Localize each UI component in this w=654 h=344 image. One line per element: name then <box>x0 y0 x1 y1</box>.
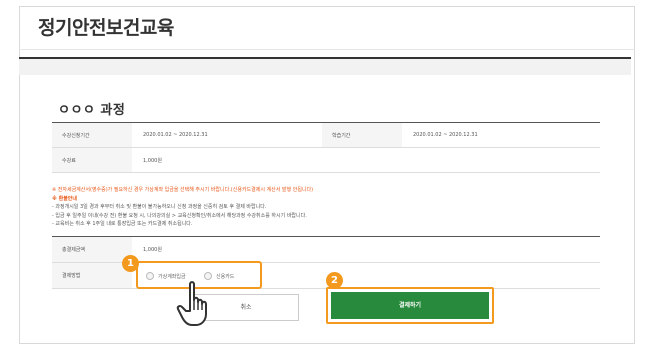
refund-note: - 입금 후 일주일 이내(수강 전) 환불 요청 시, 나의강의실 > 교육신… <box>52 212 307 219</box>
header-band <box>19 57 631 75</box>
invoice-warning: ※ 전자세금계산서(영수증)가 필요하신 경우 가상계좌 입금을 선택해 주시기… <box>52 187 314 193</box>
pay-button[interactable]: 결제하기 <box>331 292 489 319</box>
hand-pointer-icon <box>176 281 207 326</box>
method-label: 결제방법 <box>52 262 132 289</box>
virtual-account-label: 가상계좌입금 <box>158 273 186 280</box>
period-value: 2020.01.02 ~ 2020.12.31 <box>132 122 322 148</box>
refund-note: - 교육비는 취소 후 1주일 내로 통장입금 또는 카드결제 취소됩니다. <box>52 221 193 227</box>
fee-value: 1,000원 <box>132 147 600 173</box>
notice-section: ※ 전자세금계산서(영수증)가 필요하신 경우 가상계좌 입금을 선택해 주시기… <box>52 186 600 229</box>
study-value: 2020.01.02 ~ 2020.12.31 <box>402 122 600 148</box>
credit-card-radio[interactable]: 신용카드 <box>204 272 234 280</box>
fee-label: 수강료 <box>52 147 132 173</box>
title-divider <box>19 49 635 50</box>
credit-card-label: 신용카드 <box>216 273 235 280</box>
refund-heading: ※ 환불안내 <box>52 195 78 202</box>
virtual-account-radio[interactable]: 가상계좌입금 <box>146 272 186 280</box>
radio-circle-icon[interactable] <box>204 272 212 280</box>
radio-circle-icon[interactable] <box>146 272 154 280</box>
total-value: 1,000원 <box>132 236 600 263</box>
refund-note: - 과정개시일 3일 경과 후부터 취소 및 환불이 불가능하오니 신청 과정을… <box>52 204 267 210</box>
pay-button-highlight: 결제하기 <box>326 287 494 324</box>
course-title: ㅇㅇㅇ 과정 <box>58 103 126 118</box>
study-label: 학습기간 <box>322 122 402 148</box>
period-label: 수강신청기간 <box>52 122 132 148</box>
table-row: 수강신청기간 2020.01.02 ~ 2020.12.31 학습기간 2020… <box>52 122 600 148</box>
page-title: 정기안전보건교육 <box>38 17 174 39</box>
total-label: 총결제금액 <box>52 236 132 263</box>
table-row: 수강료 1,000원 <box>52 147 600 173</box>
step-badge-1: 1 <box>122 255 139 272</box>
step-badge-2: 2 <box>326 272 343 289</box>
course-info-table: 수강신청기간 2020.01.02 ~ 2020.12.31 학습기간 2020… <box>52 122 600 173</box>
